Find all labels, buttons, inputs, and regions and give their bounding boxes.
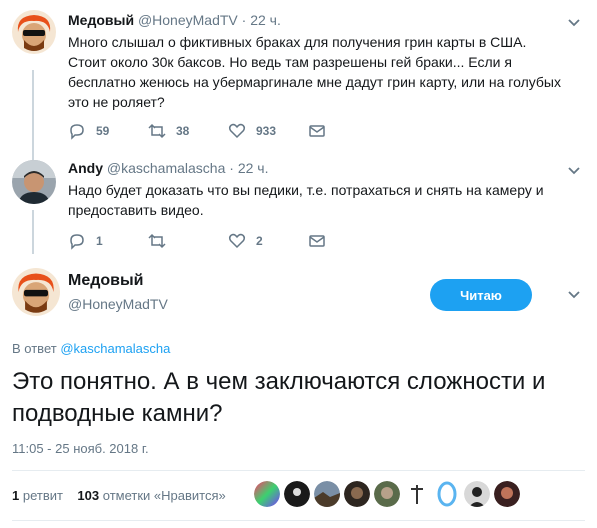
tweet-time[interactable]: 22 ч. [238, 160, 269, 176]
envelope-icon [309, 235, 325, 247]
author-name[interactable]: Andy [68, 160, 103, 176]
tweet-text: Надо будет доказать что вы педики, т.е. … [68, 182, 544, 218]
reply-count: 1 [96, 234, 103, 248]
dark-avatar[interactable] [284, 481, 310, 507]
divider [12, 520, 585, 521]
tweet-timestamp[interactable]: 11:05 - 25 нояб. 2018 г. [12, 441, 149, 456]
chevron-down-icon[interactable] [567, 16, 581, 30]
red-avatar[interactable] [494, 481, 520, 507]
avatar-honeymadtv[interactable] [12, 268, 60, 316]
camo-avatar[interactable] [374, 481, 400, 507]
reply-button[interactable]: 59 [68, 122, 148, 140]
likers-row [254, 481, 520, 507]
like-stat-label: отметки «Нравится» [102, 488, 226, 503]
chevron-down-icon[interactable] [567, 164, 581, 178]
tweet2-actions: 1 2 [68, 232, 388, 250]
author-handle[interactable]: @HoneyMadTV [68, 296, 168, 312]
tweet1-header: Медовый @HoneyMadTV · 22 ч. [68, 12, 281, 28]
thread-line [32, 210, 34, 254]
chevron-down-icon[interactable] [567, 288, 581, 302]
tweet-time[interactable]: 22 ч. [250, 12, 281, 28]
separator-dot: · [241, 12, 247, 28]
heart-icon [228, 233, 246, 249]
author-name[interactable]: Медовый [68, 272, 144, 290]
author-name[interactable]: Медовый [68, 12, 134, 28]
divider [12, 470, 585, 471]
like-count: 2 [256, 234, 263, 248]
avatar-kaschamalascha[interactable] [12, 160, 56, 204]
retweet-stat[interactable]: 1 ретвит [12, 488, 63, 503]
thread-line [32, 70, 34, 160]
like-stat[interactable]: 103 отметки «Нравится» [77, 488, 225, 503]
reply-icon [70, 234, 84, 250]
author-handle[interactable]: @HoneyMadTV [138, 12, 238, 28]
reply-context: В ответ @kaschamalascha [12, 341, 170, 356]
like-button[interactable]: 2 [228, 232, 308, 250]
like-stat-count: 103 [77, 488, 100, 503]
retweet-button[interactable]: 38 [148, 122, 228, 140]
retweet-button[interactable] [148, 232, 228, 250]
reply-prefix: В ответ [12, 341, 57, 356]
retweet-stat-count: 1 [12, 488, 20, 503]
dm-button[interactable] [308, 232, 388, 250]
retweet-count: 38 [176, 124, 190, 138]
reply-handle-link[interactable]: @kaschamalascha [60, 341, 170, 356]
following-button[interactable]: Читаю [430, 279, 532, 311]
reply-count: 59 [96, 124, 110, 138]
author-handle[interactable]: @kaschamalascha [107, 160, 226, 176]
separator-dot: · [229, 160, 234, 176]
retweet-icon [148, 233, 166, 249]
reply-icon [70, 124, 84, 140]
retweet-icon [148, 123, 166, 139]
like-count: 933 [256, 124, 277, 138]
rainbow-avatar[interactable] [254, 481, 280, 507]
retweet-stat-label: ретвит [22, 488, 63, 503]
engagement-stats: 1 ретвит 103 отметки «Нравится» [12, 488, 226, 503]
tweet-text: Много слышал о фиктивных браках для полу… [68, 34, 561, 110]
cross-avatar[interactable] [404, 481, 430, 507]
main-tweet-text: Это понятно. А в чем заключаются сложнос… [12, 368, 546, 427]
reply-button[interactable]: 1 [68, 232, 148, 250]
blue-ring-avatar[interactable] [434, 481, 460, 507]
portrait-avatar[interactable] [464, 481, 490, 507]
landscape-avatar[interactable] [314, 481, 340, 507]
avatar-honeymadtv[interactable] [12, 10, 56, 54]
tweet2-header: Andy @kaschamalascha · 22 ч. [68, 160, 269, 176]
like-button[interactable]: 933 [228, 122, 308, 140]
dm-button[interactable] [308, 122, 388, 140]
face-avatar[interactable] [344, 481, 370, 507]
tweet1-actions: 59 38 933 [68, 122, 388, 140]
heart-icon [228, 123, 246, 139]
envelope-icon [309, 125, 325, 137]
